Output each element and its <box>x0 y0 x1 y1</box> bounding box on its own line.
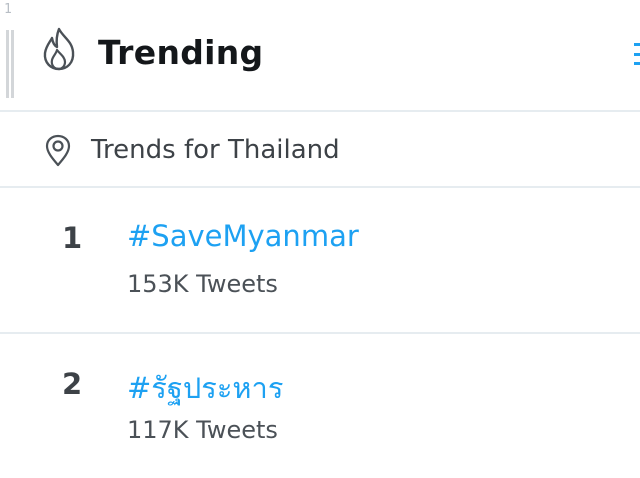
trends-location-row[interactable]: Trends for Thailand <box>0 112 640 188</box>
trend-item[interactable]: 1 #SaveMyanmar 153K Tweets <box>0 188 640 334</box>
trend-hashtag-link[interactable]: #SaveMyanmar <box>127 219 359 253</box>
trend-rank: 2 <box>62 367 83 401</box>
trending-header: Trending <box>0 0 640 112</box>
location-label: Trends for Thailand <box>91 135 340 165</box>
flame-icon <box>43 27 75 71</box>
trends-panel: 1 Trending Trends for Thailand 1 #SaveMy… <box>0 0 640 478</box>
trend-tweet-count: 117K Tweets <box>127 416 278 444</box>
gutter-marker <box>6 30 14 98</box>
trend-hashtag-link[interactable]: #รัฐประหาร <box>127 365 283 411</box>
trend-item[interactable]: 2 #รัฐประหาร 117K Tweets <box>0 334 640 478</box>
trend-tweet-count: 153K Tweets <box>127 270 278 298</box>
trend-rank: 1 <box>62 221 83 255</box>
location-pin-icon <box>45 134 71 167</box>
page-title: Trending <box>98 33 264 72</box>
settings-icon[interactable] <box>632 40 640 68</box>
